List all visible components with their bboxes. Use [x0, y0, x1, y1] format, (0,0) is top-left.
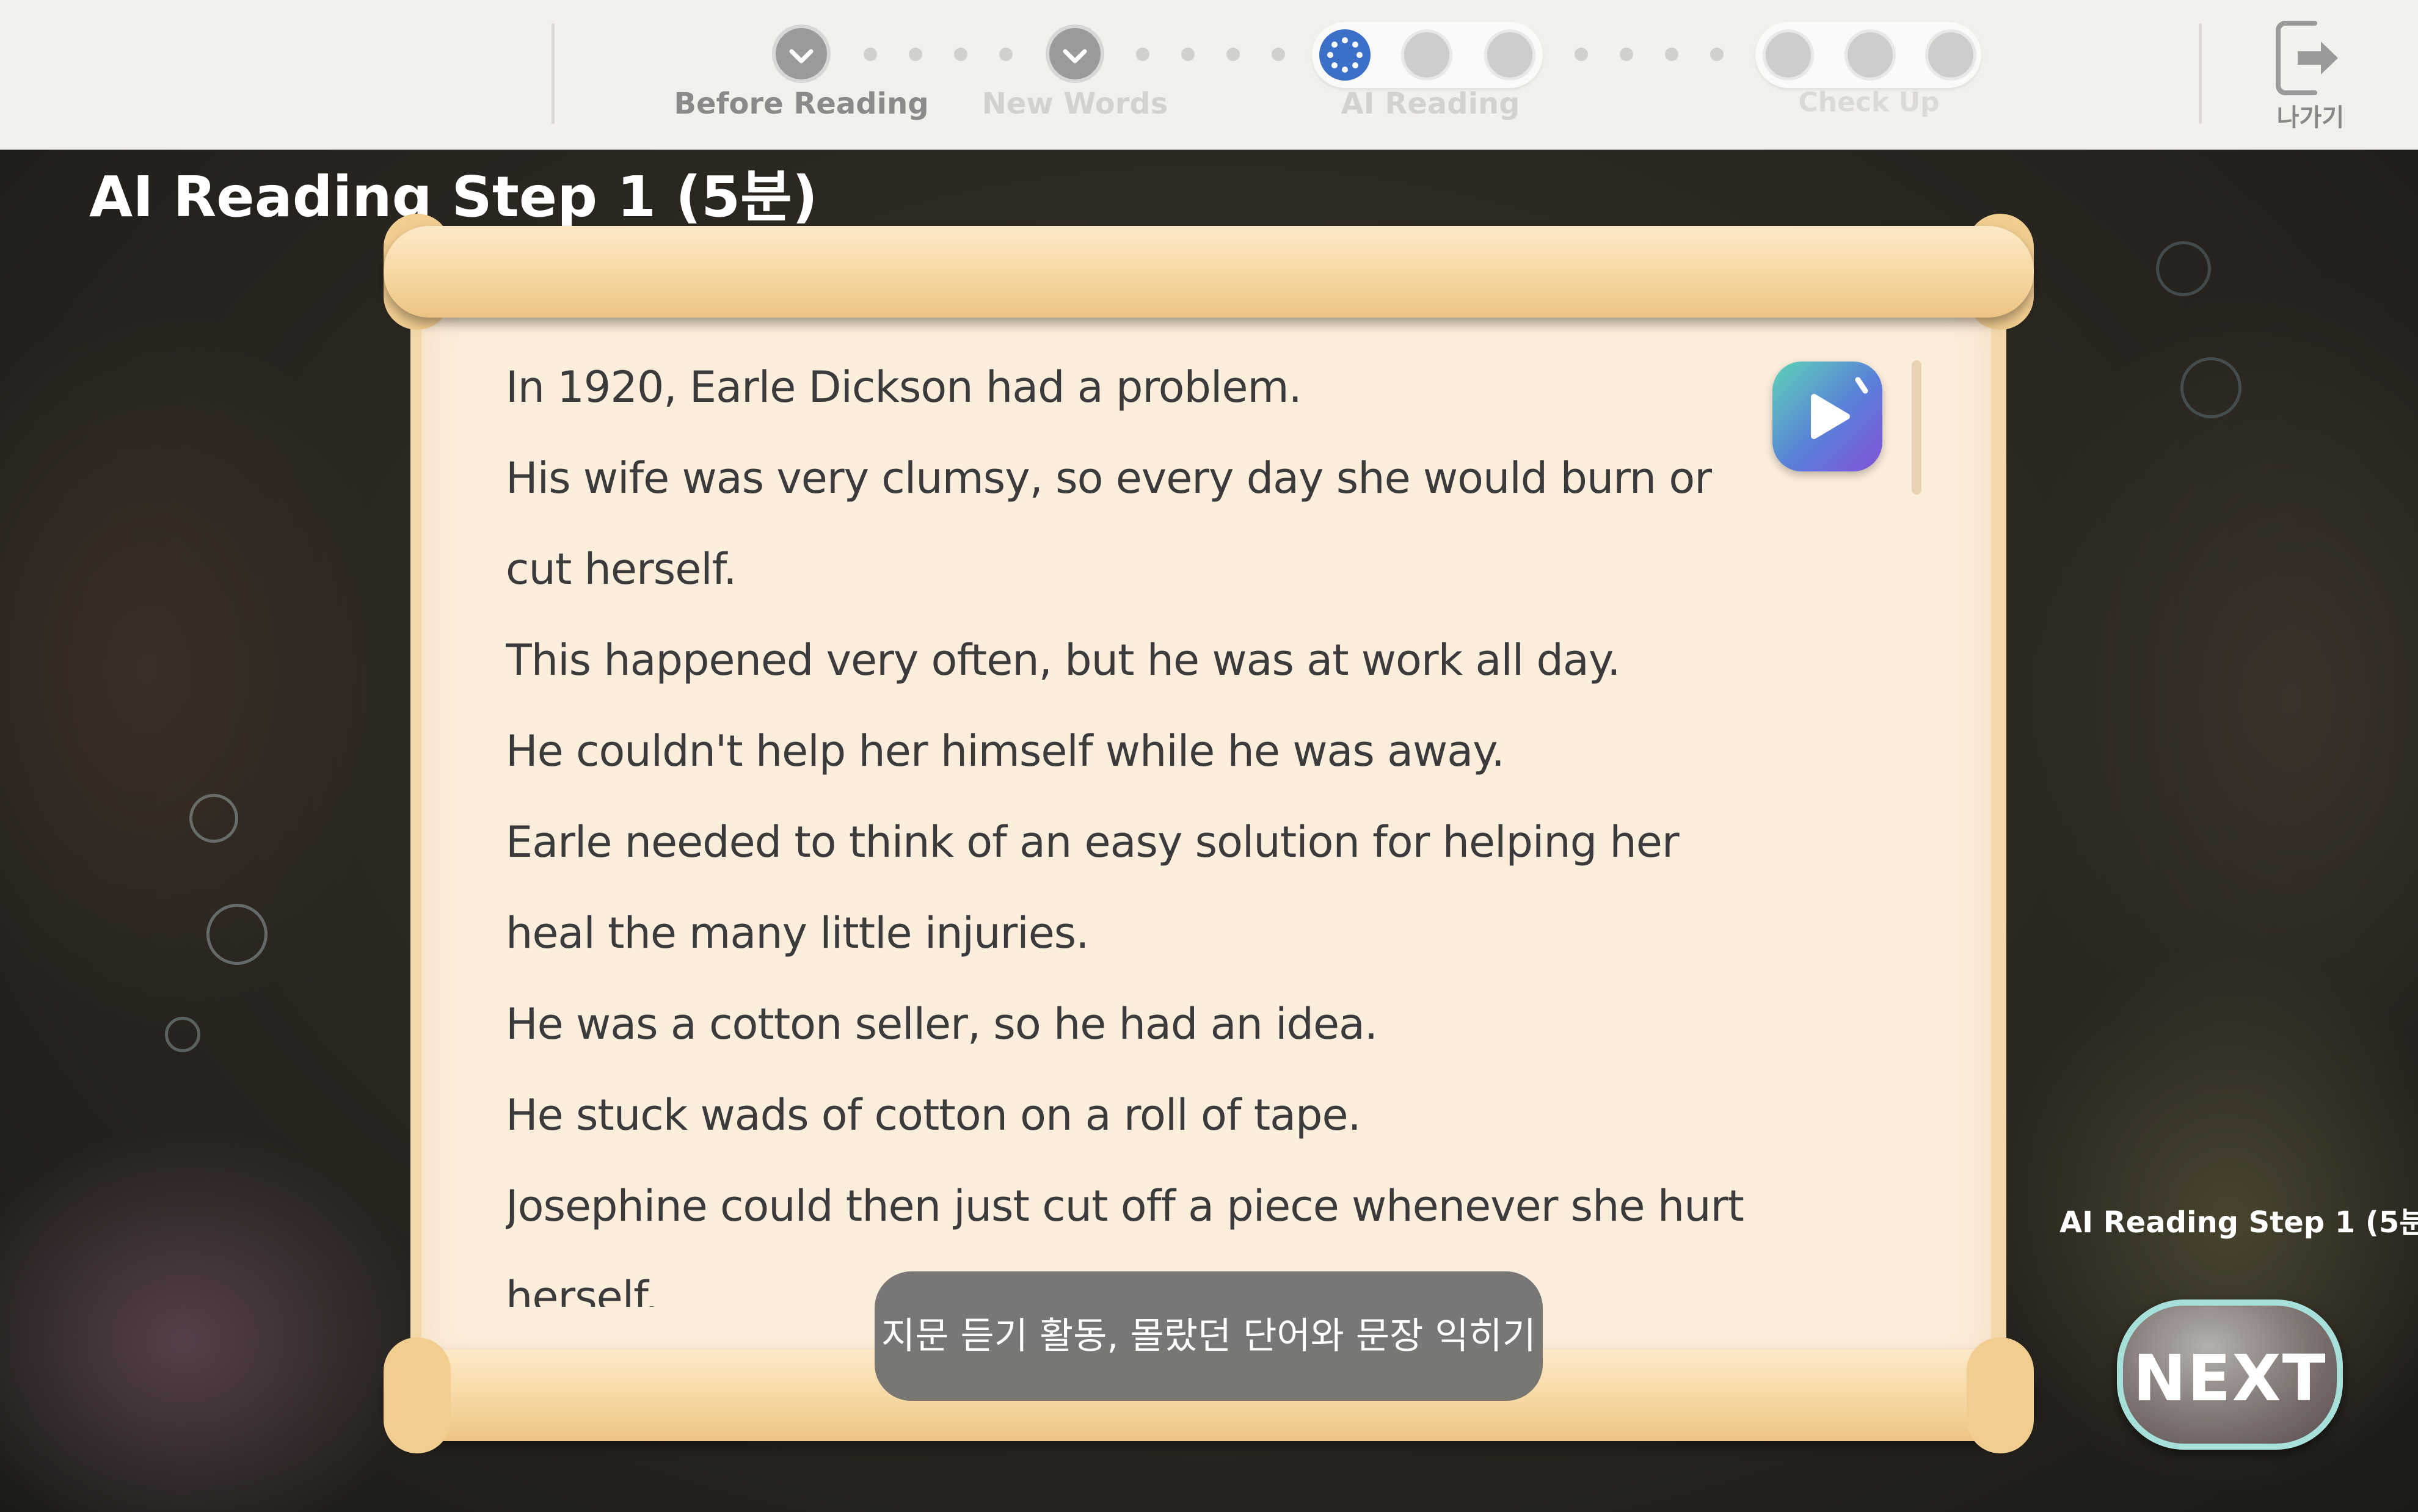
- activity-toast: 지문 듣기 활동, 몰랐던 단어와 문장 익히기: [875, 1271, 1543, 1401]
- substep-circle: [1844, 29, 1896, 81]
- substep-circle: [1925, 29, 1976, 81]
- step-new-words[interactable]: New Words: [982, 87, 1168, 121]
- passage-line[interactable]: He was a cotton seller, so he had an ide…: [506, 979, 1776, 1070]
- substep-circle: [1763, 29, 1814, 81]
- passage-line[interactable]: He stuck wads of cotton on a roll of tap…: [506, 1070, 1776, 1161]
- step-side-label: AI Reading Step 1 (5분): [2059, 1205, 2418, 1240]
- bubble-decoration: [2156, 241, 2211, 296]
- passage-line[interactable]: Josephine could then just cut off a piec…: [506, 1161, 1776, 1252]
- check-up-substeps: [1755, 22, 1981, 88]
- bubble-decoration: [165, 1017, 200, 1052]
- substep-circle: [1401, 29, 1452, 81]
- passage-text[interactable]: In 1920, Earle Dickson had a problem. Hi…: [506, 342, 1776, 1307]
- progress-dot: [1181, 48, 1195, 61]
- play-icon: [1811, 377, 1868, 439]
- next-button-label: NEXT: [2133, 1341, 2327, 1416]
- substep-circle: [1484, 29, 1535, 81]
- progress-dot: [1710, 48, 1724, 61]
- bubble-decoration: [189, 794, 238, 843]
- passage-line[interactable]: heal the many little injuries.: [506, 888, 1776, 979]
- check-icon: [772, 24, 831, 83]
- passage-line[interactable]: His wife was very clumsy, so every day s…: [506, 433, 1776, 524]
- progress-dot: [1665, 48, 1678, 61]
- divider-right: [2199, 23, 2202, 124]
- progress-dot: [1575, 48, 1588, 61]
- step-ai-reading[interactable]: AI Reading: [1341, 87, 1520, 121]
- passage-line[interactable]: Earle needed to think of an easy solutio…: [506, 797, 1776, 888]
- passage-line[interactable]: He couldn't help her himself while he wa…: [506, 706, 1776, 797]
- scroll-roll-end: [384, 1337, 451, 1453]
- passage-line[interactable]: cut herself.: [506, 524, 1776, 615]
- exit-icon: [2276, 21, 2338, 95]
- bubble-decoration: [206, 904, 268, 965]
- progress-bar: Before Reading New Words AI Reading Chec…: [0, 0, 2418, 150]
- passage-line[interactable]: In 1920, Earle Dickson had a problem.: [506, 342, 1776, 433]
- step-before-reading[interactable]: Before Reading: [674, 87, 928, 121]
- exit-button[interactable]: [2272, 18, 2345, 100]
- progress-dot: [909, 48, 922, 61]
- page-title: AI Reading Step 1 (5분): [89, 164, 818, 230]
- progress-dot: [1136, 48, 1149, 61]
- progress-dot: [1620, 48, 1633, 61]
- scroll-roll-end: [1967, 1337, 2034, 1453]
- ai-reading-substeps: [1312, 22, 1543, 88]
- bubble-decoration: [2180, 357, 2241, 418]
- step-check-up[interactable]: Check Up: [1798, 87, 1939, 118]
- rock-decoration: [0, 302, 391, 1035]
- progress-dot: [1226, 48, 1240, 61]
- coral-decoration: [0, 1127, 428, 1512]
- next-button[interactable]: NEXT: [2117, 1299, 2343, 1450]
- progress-dot: [999, 48, 1013, 61]
- passage-line[interactable]: This happened very often, but he was at …: [506, 615, 1776, 706]
- progress-dot: [954, 48, 967, 61]
- progress-dot: [1272, 48, 1285, 61]
- divider-left: [552, 23, 555, 124]
- play-audio-button[interactable]: [1772, 362, 1882, 471]
- passage-scrollbar[interactable]: [1912, 360, 1921, 495]
- loading-icon: [1319, 29, 1371, 81]
- scroll-top-roll: [384, 226, 2034, 318]
- exit-label: 나가기: [2276, 104, 2345, 132]
- progress-dot: [864, 48, 877, 61]
- check-icon: [1046, 24, 1104, 83]
